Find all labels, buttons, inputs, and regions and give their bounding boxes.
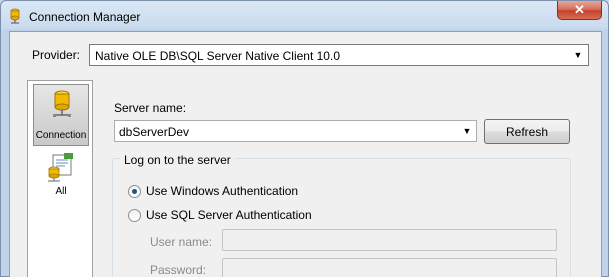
- server-name-value: dbServerDev: [119, 125, 190, 139]
- connection-manager-window: Connection Manager ✕ Provider: Native OL…: [0, 0, 609, 277]
- dialog-client-area: Provider: Native OLE DB\SQL Server Nativ…: [9, 31, 602, 277]
- sql-auth-label: Use SQL Server Authentication: [146, 208, 312, 222]
- refresh-button[interactable]: Refresh: [484, 119, 570, 144]
- provider-dropdown[interactable]: Native OLE DB\SQL Server Native Client 1…: [89, 44, 589, 66]
- provider-label: Provider:: [32, 48, 81, 62]
- password-label: Password:: [150, 263, 207, 277]
- windows-auth-radio[interactable]: Use Windows Authentication: [128, 184, 298, 198]
- server-name-label: Server name:: [114, 101, 187, 115]
- server-name-combobox[interactable]: dbServerDev ▼: [114, 120, 477, 142]
- radio-button-checked[interactable]: [128, 184, 141, 198]
- close-icon: ✕: [574, 2, 585, 17]
- radio-button-unchecked[interactable]: [128, 208, 141, 222]
- windows-auth-label: Use Windows Authentication: [146, 184, 299, 198]
- password-field[interactable]: [222, 258, 557, 277]
- window-title: Connection Manager: [29, 10, 141, 24]
- title-bar[interactable]: Connection Manager ✕: [1, 1, 608, 31]
- chevron-down-icon[interactable]: ▼: [571, 48, 585, 62]
- close-button[interactable]: ✕: [557, 1, 602, 20]
- nav-item-label: Connection: [35, 130, 87, 141]
- sql-auth-radio[interactable]: Use SQL Server Authentication: [128, 208, 312, 222]
- refresh-button-label: Refresh: [505, 124, 549, 139]
- all-properties-icon: [48, 153, 73, 182]
- page-navigation-pane: Connection All: [27, 80, 93, 277]
- nav-item-connection[interactable]: Connection: [33, 84, 89, 146]
- nav-item-all[interactable]: All: [33, 149, 89, 211]
- provider-selected-value: Native OLE DB\SQL Server Native Client 1…: [95, 49, 340, 63]
- connection-manager-app-icon: [10, 8, 20, 24]
- username-field[interactable]: [222, 229, 557, 251]
- chevron-down-icon[interactable]: ▼: [461, 125, 473, 137]
- logon-group-title: Log on to the server: [120, 153, 235, 167]
- database-connection-icon: [53, 90, 71, 117]
- nav-item-label: All: [55, 186, 67, 197]
- username-label: User name:: [150, 235, 213, 249]
